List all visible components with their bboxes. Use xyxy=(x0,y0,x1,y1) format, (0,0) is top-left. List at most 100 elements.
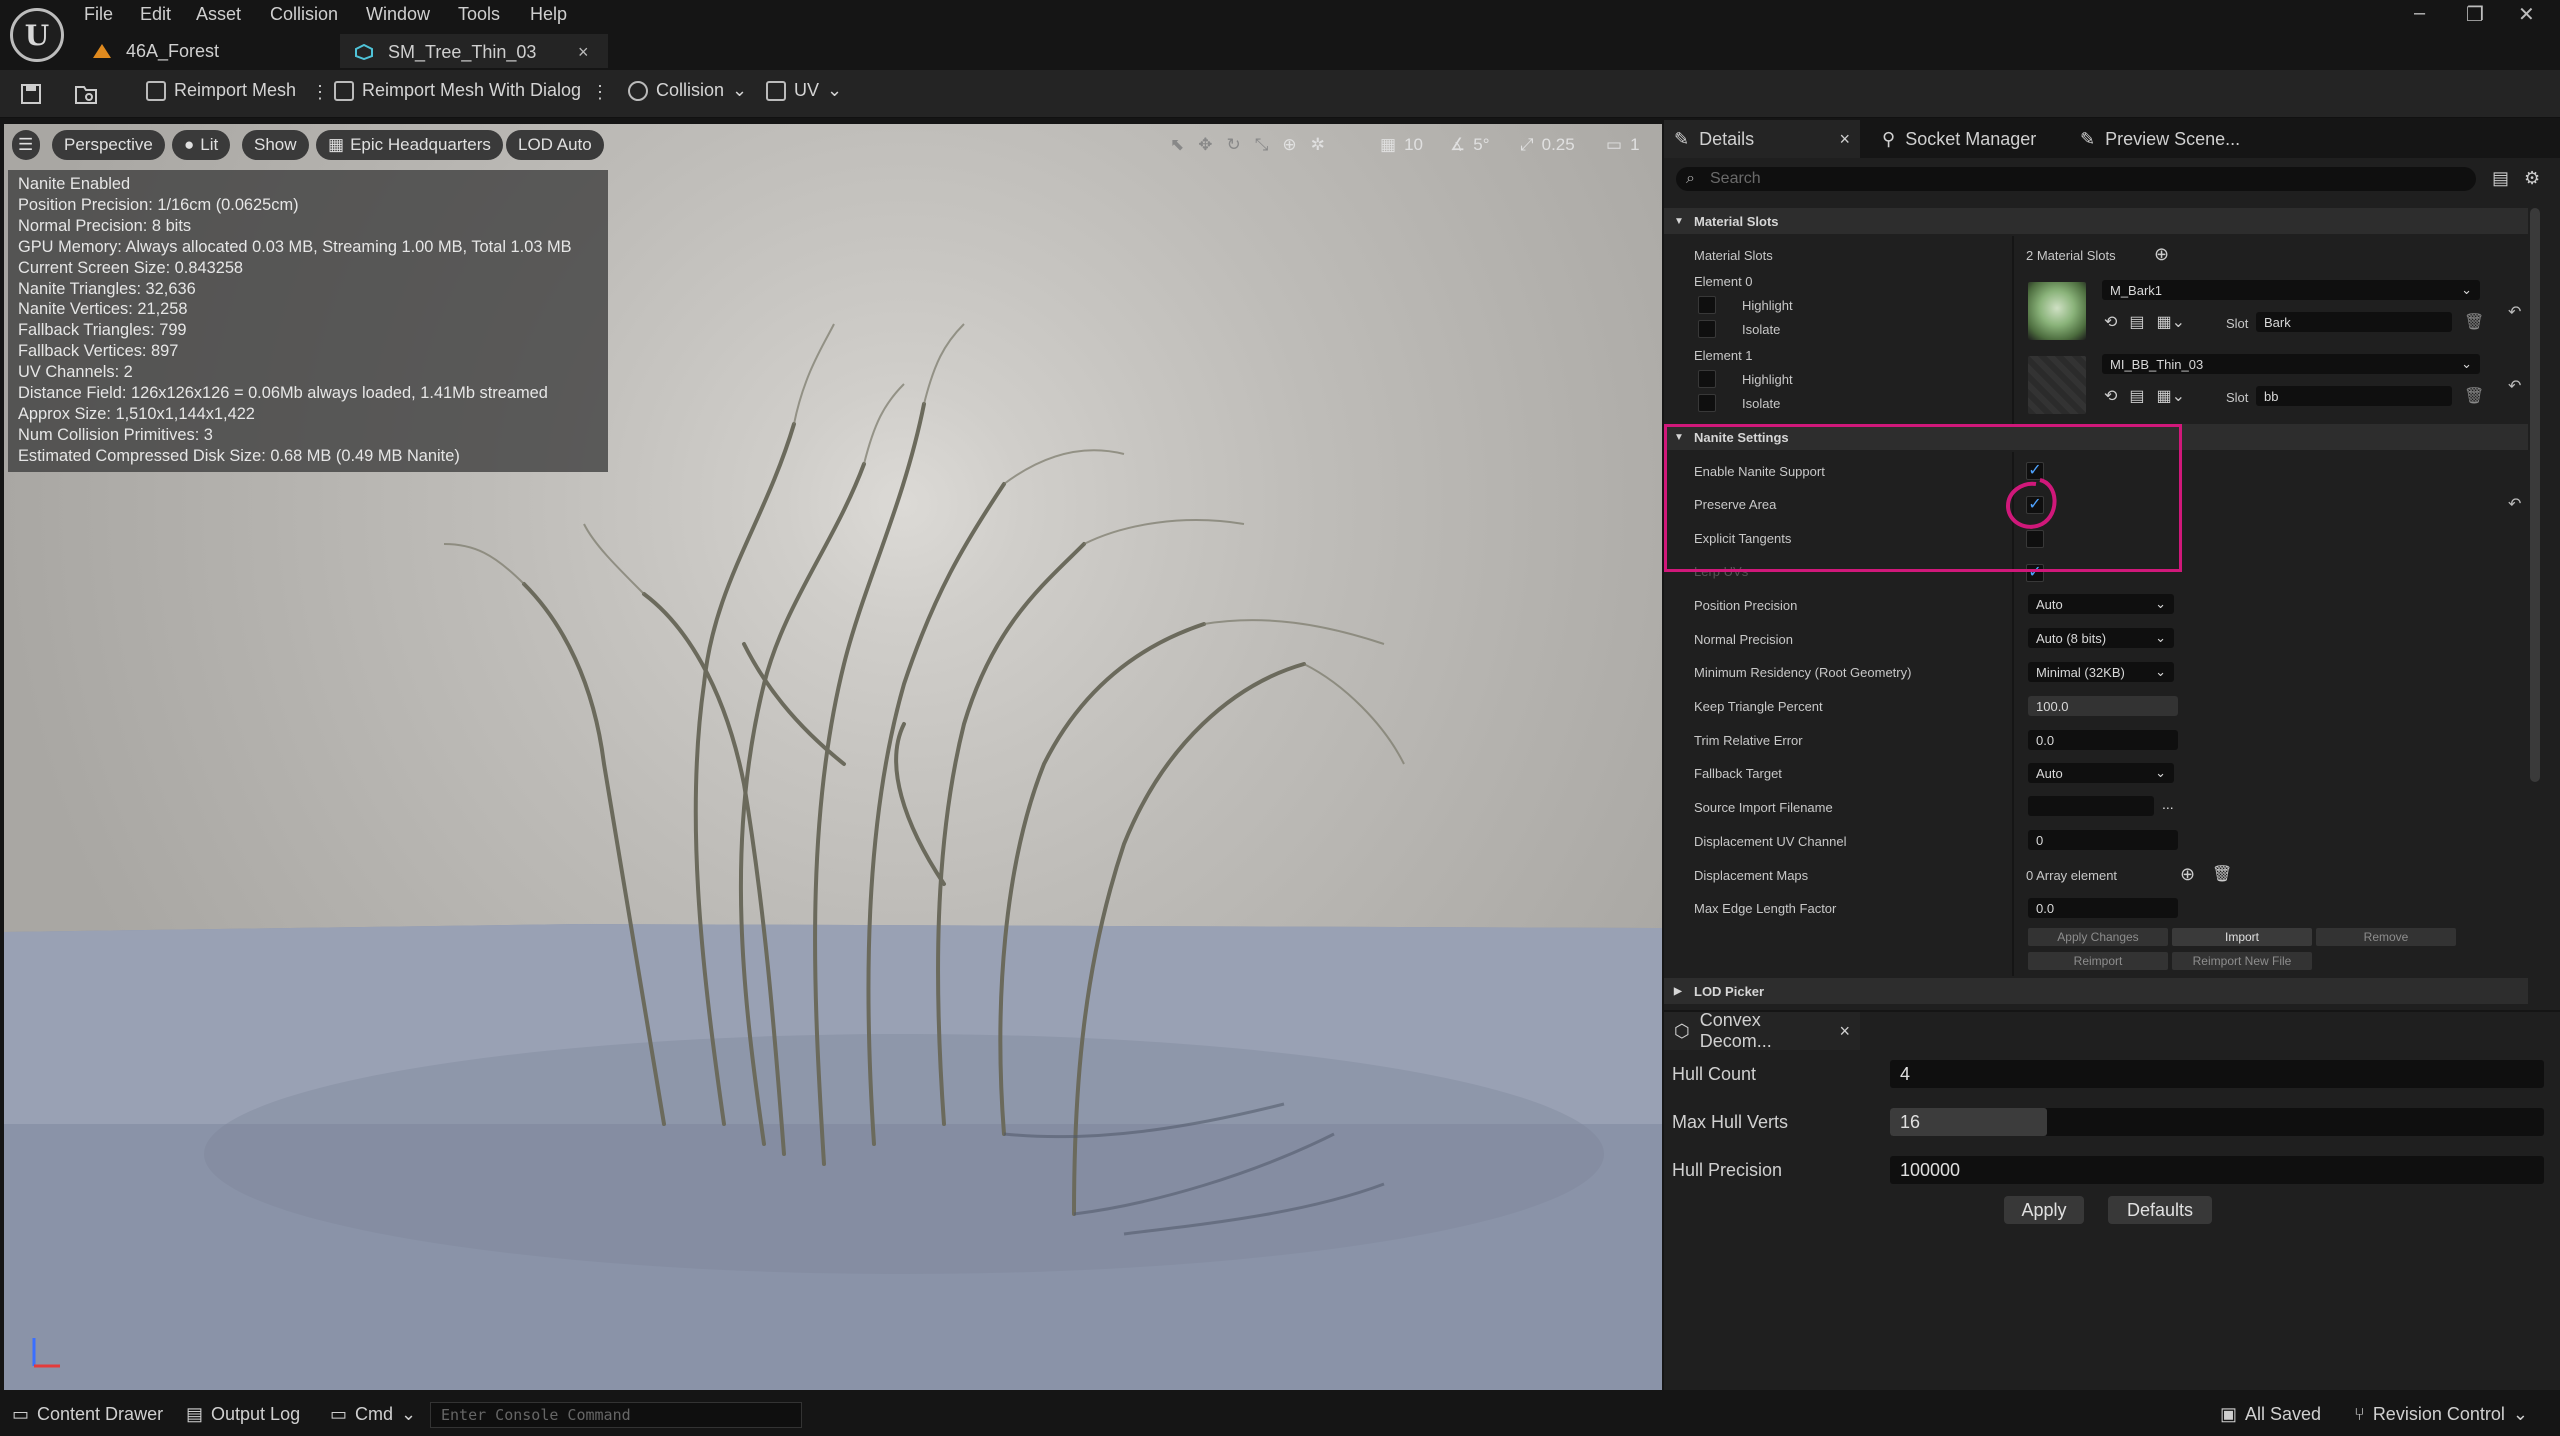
table-view-icon[interactable]: ▤ xyxy=(2492,168,2509,189)
min-residency-combo[interactable]: Minimal (32KB) ⌄ xyxy=(2028,662,2174,682)
environment-button[interactable]: ▦ Epic Headquarters xyxy=(316,130,503,160)
use-selected-icon[interactable]: ⟲ xyxy=(2104,386,2117,406)
element-0-material-combo[interactable]: M_Bark1 ⌄ xyxy=(2102,280,2480,300)
surface-snap-icon[interactable]: ✲ xyxy=(1311,135,1325,155)
element-0-highlight-checkbox[interactable] xyxy=(1698,296,1716,314)
grid-snap-button[interactable]: ▦ 10 xyxy=(1380,130,1423,160)
reset-icon[interactable]: ↶ xyxy=(2508,494,2521,514)
scale-icon[interactable]: ⤡ xyxy=(1255,135,1269,155)
tab-preview-scene[interactable]: ✎ Preview Scene... xyxy=(2070,120,2240,158)
close-tab-icon[interactable]: × xyxy=(578,42,589,63)
reimport-new-file-button[interactable]: Reimport New File xyxy=(2172,952,2312,970)
browse-asset-icon[interactable] xyxy=(74,83,98,105)
reimport-mesh-button[interactable]: Reimport Mesh xyxy=(146,80,296,101)
perspective-button[interactable]: Perspective xyxy=(52,130,165,160)
menu-file[interactable]: File xyxy=(84,4,113,25)
normal-precision-combo[interactable]: Auto (8 bits) ⌄ xyxy=(2028,628,2174,648)
apply-changes-button[interactable]: Apply Changes xyxy=(2028,928,2168,946)
menu-edit[interactable]: Edit xyxy=(140,4,171,25)
details-scrollbar[interactable] xyxy=(2530,208,2540,782)
element-1-slot-name-input[interactable]: bb xyxy=(2256,386,2452,406)
browse-icon[interactable]: ▤ xyxy=(2129,312,2144,332)
material-thumbnail[interactable] xyxy=(2028,282,2086,340)
more-options-icon[interactable]: ⋮ xyxy=(311,82,329,103)
max-edge-input[interactable]: 0.0 xyxy=(2028,898,2178,918)
menu-window[interactable]: Window xyxy=(366,4,430,25)
remove-button[interactable]: Remove xyxy=(2316,928,2456,946)
scale-snap-button[interactable]: ⤢ 0.25 xyxy=(1520,130,1575,160)
details-search-input[interactable]: ⌕ Search xyxy=(1676,167,2476,191)
reimport-with-dialog-button[interactable]: Reimport Mesh With Dialog xyxy=(334,80,581,101)
close-window-icon[interactable]: ✕ xyxy=(2518,2,2535,27)
move-icon[interactable]: ✥ xyxy=(1198,135,1212,155)
tab-46a-forest[interactable]: 46A_Forest xyxy=(78,34,338,68)
fallback-target-combo[interactable]: Auto ⌄ xyxy=(2028,763,2174,783)
maximize-icon[interactable]: ❐ xyxy=(2466,2,2484,27)
reset-icon[interactable]: ↶ xyxy=(2508,302,2521,322)
menu-help[interactable]: Help xyxy=(530,4,567,25)
hull-count-input[interactable]: 4 xyxy=(1890,1060,2544,1088)
viewport-menu-icon[interactable]: ☰ xyxy=(12,130,40,160)
keep-triangle-input[interactable]: 100.0 xyxy=(2028,696,2178,716)
material-slots-section[interactable]: ▼ Material Slots xyxy=(1664,208,2528,234)
hull-precision-input[interactable]: 100000 xyxy=(1890,1156,2544,1184)
defaults-button[interactable]: Defaults xyxy=(2108,1196,2212,1224)
menu-asset[interactable]: Asset xyxy=(196,4,241,25)
cmd-dropdown[interactable]: ▭ Cmd ⌄ xyxy=(330,1404,416,1425)
tab-socket-manager[interactable]: ⚲ Socket Manager xyxy=(1872,120,2036,158)
world-local-icon[interactable]: ⊕ xyxy=(1282,135,1296,155)
element-0-isolate-checkbox[interactable] xyxy=(1698,320,1716,338)
menu-tools[interactable]: Tools xyxy=(458,4,500,25)
reset-icon[interactable]: ↶ xyxy=(2508,376,2521,396)
apply-button[interactable]: Apply xyxy=(2004,1196,2084,1224)
unreal-logo-icon[interactable]: U xyxy=(10,8,64,62)
all-saved-button[interactable]: ▣ All Saved xyxy=(2220,1404,2321,1425)
browse-icon[interactable]: ▤ xyxy=(2129,386,2144,406)
minimize-icon[interactable]: – xyxy=(2414,2,2425,25)
element-1-isolate-checkbox[interactable] xyxy=(1698,394,1716,412)
material-options-icon[interactable]: ▦⌄ xyxy=(2157,386,2186,406)
camera-speed-button[interactable]: ▭ 1 xyxy=(1606,130,1640,160)
trash-icon[interactable]: 🗑 xyxy=(2212,864,2232,884)
tab-convex-decomposition[interactable]: ⬡ Convex Decom... × xyxy=(1664,1010,1860,1051)
revision-control-button[interactable]: ⑂ Revision Control ⌄ xyxy=(2354,1404,2528,1425)
trash-icon[interactable]: 🗑 xyxy=(2464,312,2484,332)
element-1-material-combo[interactable]: MI_BB_Thin_03 ⌄ xyxy=(2102,354,2480,374)
lit-button[interactable]: ● Lit xyxy=(172,130,231,160)
rotation-snap-button[interactable]: ∡ 5° xyxy=(1450,130,1490,160)
reimport-button[interactable]: Reimport xyxy=(2028,952,2168,970)
source-import-input[interactable] xyxy=(2028,796,2154,816)
trim-error-input[interactable]: 0.0 xyxy=(2028,730,2178,750)
element-0-slot-name-input[interactable]: Bark xyxy=(2256,312,2452,332)
add-element-icon[interactable]: ⊕ xyxy=(2180,864,2195,885)
lod-button[interactable]: LOD Auto xyxy=(506,130,604,160)
material-thumbnail[interactable] xyxy=(2028,356,2086,414)
select-icon[interactable]: ⬉ xyxy=(1170,135,1184,155)
tab-sm-tree-thin-03[interactable]: SM_Tree_Thin_03 × xyxy=(340,34,608,68)
close-tab-icon[interactable]: × xyxy=(1839,1021,1850,1042)
content-drawer-button[interactable]: ▭ Content Drawer xyxy=(12,1404,163,1425)
element-1-highlight-checkbox[interactable] xyxy=(1698,370,1716,388)
browse-file-button[interactable]: ... xyxy=(2162,796,2174,812)
collision-dropdown[interactable]: Collision ⌄ xyxy=(628,80,747,101)
use-selected-icon[interactable]: ⟲ xyxy=(2104,312,2117,332)
output-log-button[interactable]: ▤ Output Log xyxy=(186,1404,300,1425)
menu-collision[interactable]: Collision xyxy=(270,4,338,25)
trash-icon[interactable]: 🗑 xyxy=(2464,386,2484,406)
position-precision-combo[interactable]: Auto ⌄ xyxy=(2028,594,2174,614)
gear-icon[interactable]: ⚙ xyxy=(2524,168,2540,189)
import-button[interactable]: Import xyxy=(2172,928,2312,946)
show-button[interactable]: Show xyxy=(242,130,309,160)
uv-dropdown[interactable]: UV ⌄ xyxy=(766,80,842,101)
displacement-uv-input[interactable]: 0 xyxy=(2028,830,2178,850)
save-icon[interactable] xyxy=(20,83,42,105)
max-hull-verts-slider[interactable]: 16 xyxy=(1890,1108,2544,1136)
close-tab-icon[interactable]: × xyxy=(1839,129,1850,150)
add-slot-icon[interactable]: ⊕ xyxy=(2154,244,2169,265)
tab-details[interactable]: ✎ Details × xyxy=(1664,120,1860,158)
material-options-icon[interactable]: ▦⌄ xyxy=(2157,312,2186,332)
lod-picker-section[interactable]: ▶ LOD Picker xyxy=(1664,978,2528,1004)
more-options-icon[interactable]: ⋮ xyxy=(591,82,609,103)
rotate-icon[interactable]: ↻ xyxy=(1227,135,1241,155)
console-command-input[interactable]: Enter Console Command xyxy=(430,1402,802,1428)
